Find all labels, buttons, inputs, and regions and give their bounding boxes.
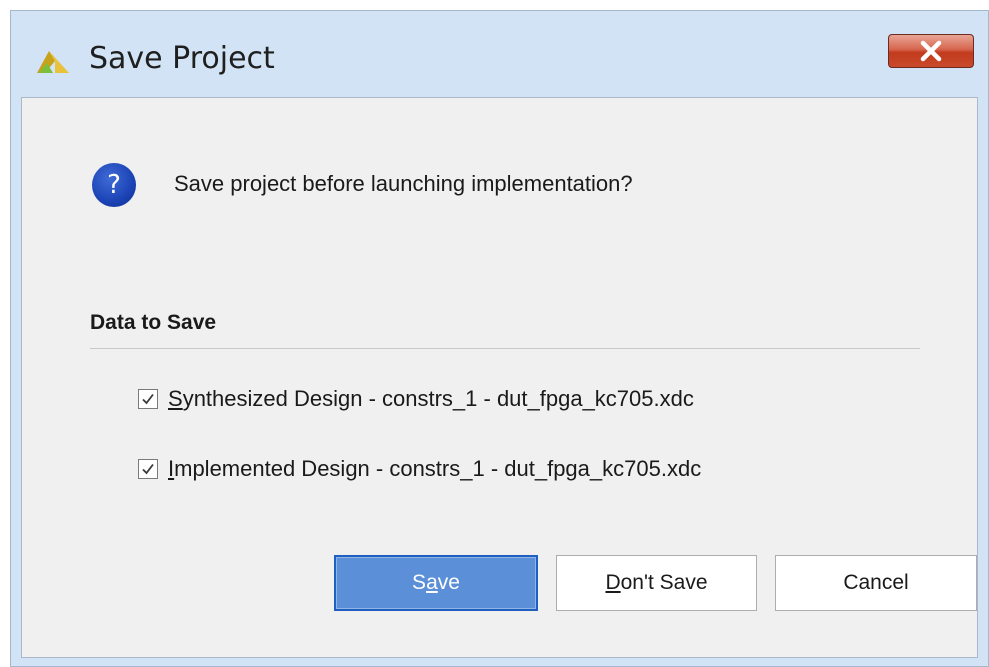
checkbox-synthesized-design[interactable]: Synthesized Design - constrs_1 - dut_fpg… [138, 384, 694, 414]
section-title: Data to Save [90, 311, 217, 334]
title-bar[interactable]: Save Project [11, 11, 988, 97]
save-project-dialog: Save Project ? Save project before launc… [10, 10, 989, 667]
question-icon: ? [92, 163, 136, 207]
cancel-button[interactable]: Cancel [775, 555, 977, 611]
checkmark-icon [142, 463, 154, 475]
checkmark-icon [142, 393, 154, 405]
checkbox-label: Synthesized Design - constrs_1 - dut_fpg… [168, 386, 694, 411]
dialog-body: ? Save project before launching implemen… [21, 97, 978, 658]
checkbox[interactable] [138, 459, 158, 479]
dont-save-button[interactable]: Don't Save [556, 555, 757, 611]
checkbox-implemented-design[interactable]: Implemented Design - constrs_1 - dut_fpg… [138, 454, 701, 484]
section-separator [90, 348, 920, 349]
close-button[interactable] [888, 34, 974, 68]
save-button[interactable]: Sa ve [334, 555, 538, 611]
checkbox-label: Implemented Design - constrs_1 - dut_fpg… [168, 456, 702, 481]
vivado-logo-icon [35, 43, 71, 79]
checkbox[interactable] [138, 389, 158, 409]
close-icon [918, 40, 944, 62]
question-message: Save project before launching implementa… [174, 171, 633, 196]
window-title: Save Project [89, 41, 275, 76]
